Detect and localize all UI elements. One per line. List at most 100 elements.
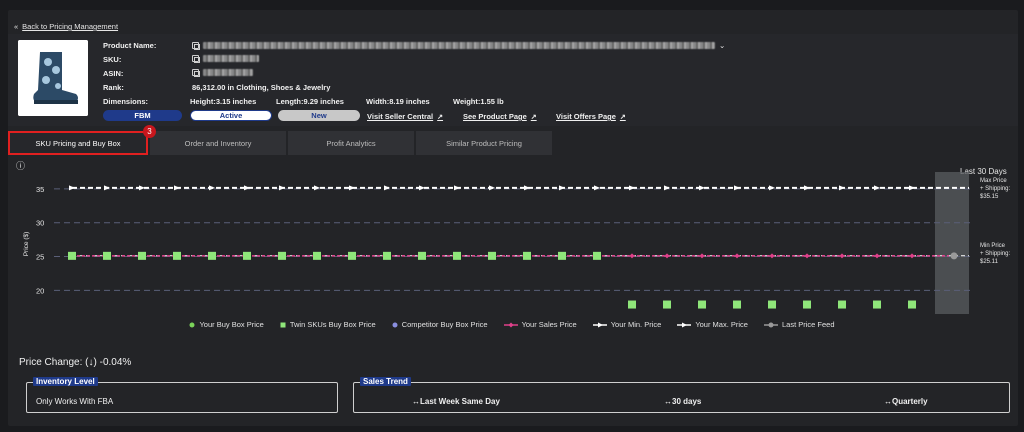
max-price-marker [279, 185, 285, 191]
legend-last-price-feed[interactable]: Last Price Feed [763, 320, 835, 329]
twin-sku-point [733, 300, 741, 309]
y-tick-label: 25 [36, 253, 44, 262]
offers-page-link[interactable]: Visit Offers Page ↗ [556, 112, 626, 121]
copy-icon[interactable] [192, 69, 200, 77]
tab-count-badge: 3 [143, 125, 156, 138]
rank-value: 86,312.00 in Clothing, Shoes & Jewelry [192, 83, 331, 92]
trend-last-week[interactable]: ↔Last Week Same Day [412, 397, 500, 406]
max-price-marker [349, 185, 355, 191]
legend-label: Your Sales Price [521, 320, 577, 329]
tab-sku-pricing[interactable]: SKU Pricing and Buy Box [8, 131, 148, 155]
twin-sku-point [593, 251, 601, 260]
trend-30-days[interactable]: ↔30 days [664, 397, 701, 406]
legend-min-price[interactable]: Your Min. Price [592, 320, 661, 329]
price-change-value: -0.04% [99, 357, 132, 368]
twin-sku-point [68, 251, 76, 260]
min-price-annotation: Min Price [980, 243, 1006, 249]
sku-value [192, 55, 259, 63]
legend-max-price[interactable]: Your Max. Price [677, 320, 748, 329]
legend-competitor[interactable]: Competitor Buy Box Price [392, 320, 488, 329]
sales-price-marker [874, 253, 880, 259]
twin-sku-point [313, 251, 321, 260]
price-change-label: Price Change: [19, 357, 83, 368]
min-price-annotation: + Shipping: [980, 251, 1011, 257]
rank-label: Rank: [103, 83, 124, 92]
max-price-marker [699, 185, 705, 191]
twin-sku-point [698, 300, 706, 309]
max-price-annotation: $35.15 [980, 194, 999, 200]
twin-sku-point [768, 300, 776, 309]
max-price-marker [874, 185, 880, 191]
down-arrow-icon: (↓) [85, 357, 97, 368]
tab-profit-analytics[interactable]: Profit Analytics [288, 131, 414, 155]
max-price-marker [104, 185, 110, 191]
length-value: Length:9.29 inches [276, 97, 344, 106]
twin-sku-point [103, 251, 111, 260]
twin-sku-point [348, 251, 356, 260]
active-status-badge: Active [190, 110, 272, 121]
twin-sku-point [488, 251, 496, 260]
chevron-down-icon[interactable]: ⌄ [719, 41, 725, 50]
max-price-marker [524, 185, 530, 191]
seller-central-link[interactable]: Visit Seller Central ↗ [367, 112, 443, 121]
max-price-marker [734, 185, 740, 191]
legend-your-buy-box[interactable]: Your Buy Box Price [189, 320, 264, 329]
legend-sales-price[interactable]: Your Sales Price [503, 320, 577, 329]
back-link-row[interactable]: « Back to Pricing Management [14, 22, 118, 31]
max-price-marker [489, 185, 495, 191]
tab-order-inventory[interactable]: Order and Inventory [150, 131, 286, 155]
twin-sku-point [138, 251, 146, 260]
trend-quarterly[interactable]: ↔Quarterly [884, 397, 928, 406]
redacted-sku [203, 55, 259, 62]
max-price-marker [454, 185, 460, 191]
product-page-link[interactable]: See Product Page ↗ [463, 112, 537, 121]
max-price-marker [559, 185, 565, 191]
max-price-marker [909, 185, 915, 191]
product-name-label: Product Name: [103, 41, 157, 50]
max-price-marker [769, 185, 775, 191]
legend-label: Your Buy Box Price [199, 320, 264, 329]
max-price-marker [839, 185, 845, 191]
inventory-level-box: Inventory Level Only Works With FBA [26, 377, 338, 413]
y-axis-label: Price ($) [23, 232, 30, 257]
product-image [18, 40, 88, 116]
twin-sku-point [663, 300, 671, 309]
max-price-marker [174, 185, 180, 191]
external-link-icon: ↗ [530, 113, 537, 121]
y-tick-label: 20 [36, 286, 44, 295]
redacted-product-name [203, 42, 715, 49]
twin-sku-point [208, 251, 216, 260]
height-value: Height:3.15 inches [190, 97, 257, 106]
copy-icon[interactable] [192, 55, 200, 63]
sales-trend-title: Sales Trend [360, 377, 411, 386]
max-price-marker [594, 185, 600, 191]
legend-label: Twin SKUs Buy Box Price [289, 320, 376, 329]
sales-price-marker [734, 253, 740, 259]
dimensions-label: Dimensions: [103, 97, 149, 106]
legend-twin-skus[interactable]: Twin SKUs Buy Box Price [280, 320, 376, 329]
tab-similar-product-pricing[interactable]: Similar Product Pricing [416, 131, 552, 155]
twin-sku-point [628, 300, 636, 309]
tab-bar: SKU Pricing and Buy Box Order and Invent… [8, 131, 554, 155]
max-price-annotation: Max Price [980, 178, 1007, 184]
offers-page-label: Visit Offers Page [556, 112, 616, 121]
back-to-pricing-link[interactable]: Back to Pricing Management [22, 22, 118, 31]
max-price-marker [139, 185, 145, 191]
sales-price-marker [699, 253, 705, 259]
max-price-marker [804, 185, 810, 191]
legend-label: Competitor Buy Box Price [401, 320, 488, 329]
seller-central-label: Visit Seller Central [367, 112, 434, 121]
max-price-marker [244, 185, 250, 191]
copy-icon[interactable] [192, 42, 200, 50]
sales-price-marker [769, 253, 775, 259]
twin-sku-point [173, 251, 181, 260]
width-value: Width:8.19 inches [366, 97, 430, 106]
min-price-annotation: $25.11 [980, 259, 999, 265]
twin-sku-point [908, 300, 916, 309]
condition-badge: New [278, 110, 360, 121]
weight-value: Weight:1.55 lb [453, 97, 504, 106]
sales-price-marker [664, 253, 670, 259]
twin-sku-point [418, 251, 426, 260]
twin-sku-point [453, 251, 461, 260]
sales-price-marker [909, 253, 915, 259]
